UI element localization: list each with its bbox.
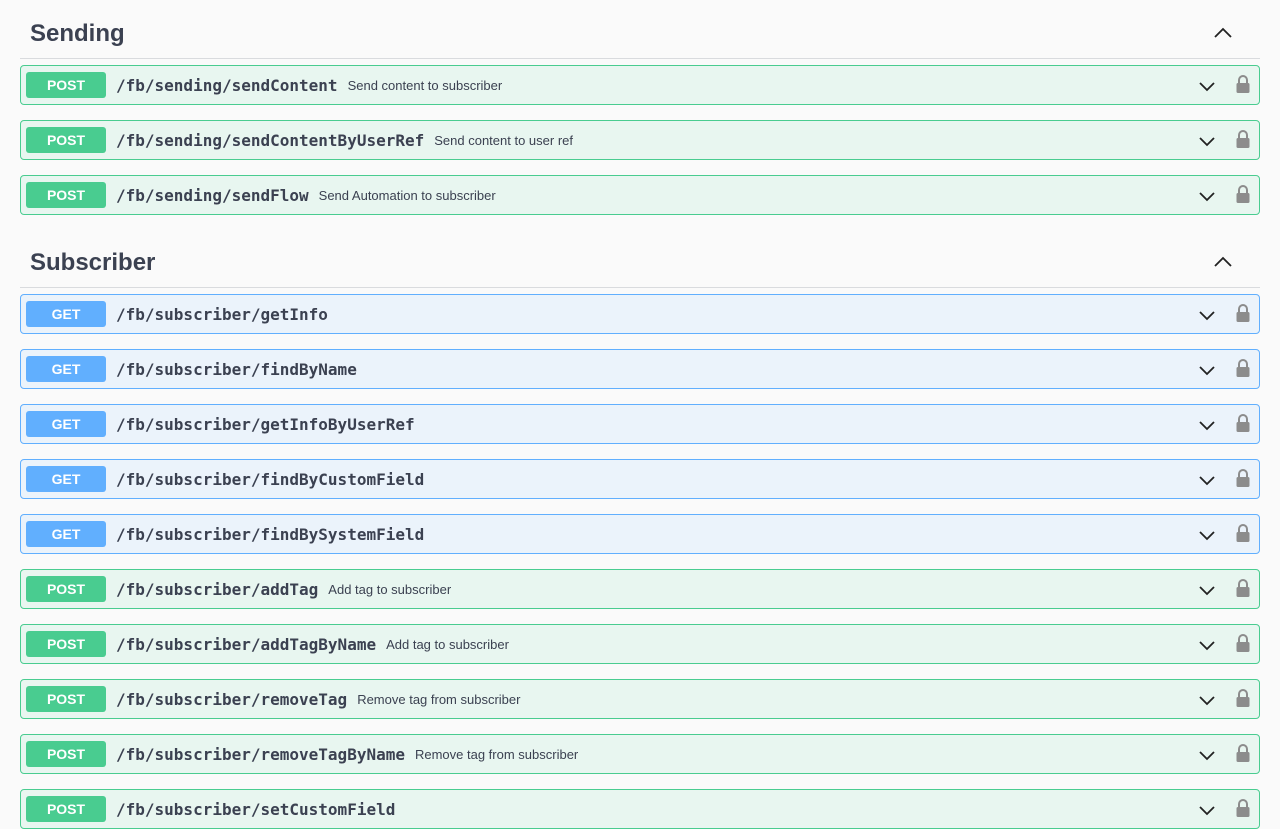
operation-row[interactable]: POST /fb/subscriber/addTag Add tag to su… [20,569,1260,609]
lock-icon[interactable] [1235,413,1251,433]
operation-summary: Remove tag from subscriber [414,746,579,762]
section-header-sending[interactable]: Sending [20,0,1260,59]
chevron-down-icon[interactable] [1197,525,1217,545]
operation-path[interactable]: /fb/subscriber/removeTagByName [116,745,405,764]
operation-path[interactable]: /fb/subscriber/findByName [116,360,357,379]
method-badge: POST [26,576,106,602]
section-title[interactable]: Subscriber [30,249,155,277]
operation-summary: Send Automation to subscriber [318,187,496,203]
operation-path[interactable]: /fb/subscriber/findBySystemField [116,525,424,544]
chevron-down-icon[interactable] [1197,690,1217,710]
method-badge: POST [26,72,106,98]
operation-row[interactable]: GET /fb/subscriber/getInfo [20,294,1260,334]
chevron-down-icon[interactable] [1197,580,1217,600]
lock-icon[interactable] [1235,303,1251,323]
lock-icon[interactable] [1235,688,1251,708]
lock-icon[interactable] [1235,633,1251,653]
operation-row[interactable]: POST /fb/subscriber/removeTagByName Remo… [20,734,1260,774]
operation-row[interactable]: POST /fb/sending/sendContentByUserRef Se… [20,120,1260,160]
operation-row[interactable]: POST /fb/sending/sendContent Send conten… [20,65,1260,105]
operation-row[interactable]: GET /fb/subscriber/findBySystemField [20,514,1260,554]
chevron-down-icon[interactable] [1197,360,1217,380]
lock-icon[interactable] [1235,798,1251,818]
method-badge: GET [26,301,106,327]
operation-path[interactable]: /fb/subscriber/addTag [116,580,318,599]
operation-path[interactable]: /fb/subscriber/removeTag [116,690,347,709]
operation-row[interactable]: POST /fb/subscriber/removeTag Remove tag… [20,679,1260,719]
section-title[interactable]: Sending [30,20,125,48]
method-badge: POST [26,127,106,153]
method-badge: POST [26,631,106,657]
chevron-down-icon[interactable] [1197,800,1217,820]
section-header-subscriber[interactable]: Subscriber [20,229,1260,288]
operation-summary: Send content to subscriber [347,77,503,93]
operation-path[interactable]: /fb/subscriber/setCustomField [116,800,395,819]
chevron-down-icon[interactable] [1197,131,1217,151]
method-badge: GET [26,356,106,382]
operation-path[interactable]: /fb/sending/sendFlow [116,186,309,205]
api-docs: Sending POST /fb/sending/sendContent Sen… [0,0,1280,829]
operation-row[interactable]: GET /fb/subscriber/getInfoByUserRef [20,404,1260,444]
operation-row[interactable]: POST /fb/sending/sendFlow Send Automatio… [20,175,1260,215]
operation-path[interactable]: /fb/subscriber/getInfo [116,305,328,324]
operation-path[interactable]: /fb/subscriber/getInfoByUserRef [116,415,415,434]
method-badge: GET [26,466,106,492]
chevron-down-icon[interactable] [1197,76,1217,96]
method-badge: POST [26,686,106,712]
operation-row[interactable]: POST /fb/subscriber/setCustomField [20,789,1260,829]
operation-summary: Add tag to subscriber [386,636,509,652]
chevron-up-icon[interactable] [1212,22,1234,44]
lock-icon[interactable] [1235,184,1251,204]
lock-icon[interactable] [1235,743,1251,763]
lock-icon[interactable] [1235,578,1251,598]
method-badge: POST [26,741,106,767]
operation-path[interactable]: /fb/subscriber/findByCustomField [116,470,424,489]
method-badge: GET [26,411,106,437]
lock-icon[interactable] [1235,74,1251,94]
lock-icon[interactable] [1235,468,1251,488]
lock-icon[interactable] [1235,523,1251,543]
operation-summary: Remove tag from subscriber [357,691,521,707]
operation-path[interactable]: /fb/sending/sendContentByUserRef [116,131,424,150]
operation-summary: Send content to user ref [434,132,574,148]
lock-icon[interactable] [1235,358,1251,378]
chevron-down-icon[interactable] [1197,305,1217,325]
chevron-down-icon[interactable] [1197,186,1217,206]
chevron-down-icon[interactable] [1197,745,1217,765]
operation-summary: Add tag to subscriber [328,581,452,597]
method-badge: GET [26,521,106,547]
chevron-up-icon[interactable] [1212,251,1234,273]
operation-row[interactable]: GET /fb/subscriber/findByCustomField [20,459,1260,499]
lock-icon[interactable] [1235,129,1251,149]
operation-path[interactable]: /fb/subscriber/addTagByName [116,635,376,654]
chevron-down-icon[interactable] [1197,470,1217,490]
method-badge: POST [26,796,106,822]
operation-row[interactable]: POST /fb/subscriber/addTagByName Add tag… [20,624,1260,664]
chevron-down-icon[interactable] [1197,415,1217,435]
operation-path[interactable]: /fb/sending/sendContent [116,76,338,95]
method-badge: POST [26,182,106,208]
operation-row[interactable]: GET /fb/subscriber/findByName [20,349,1260,389]
chevron-down-icon[interactable] [1197,635,1217,655]
